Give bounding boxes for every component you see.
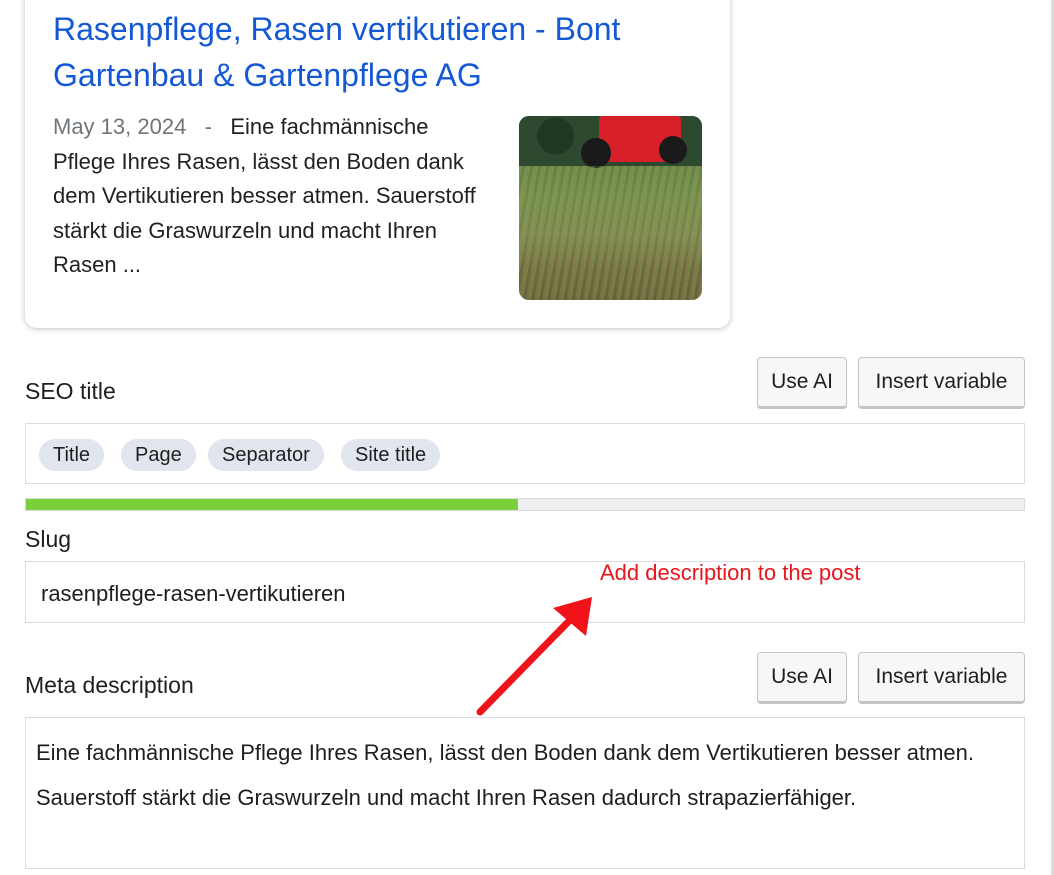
meta-description-textarea[interactable]: Eine fachmännische Pflege Ihres Rasen, l… xyxy=(25,717,1025,869)
seo-title-length-progress xyxy=(25,498,1025,511)
variable-pill-page[interactable]: Page xyxy=(121,439,196,471)
preview-separator: - xyxy=(204,114,212,139)
seo-title-use-ai-button[interactable]: Use AI xyxy=(757,357,847,409)
preview-date: May 13, 2024 xyxy=(53,114,187,139)
meta-description-insert-variable-button[interactable]: Insert variable xyxy=(858,652,1025,704)
seo-title-label: SEO title xyxy=(25,378,116,404)
meta-description-value: Eine fachmännische Pflege Ihres Rasen, l… xyxy=(36,740,974,810)
seo-title-input[interactable]: Title Page Separator Site title xyxy=(25,423,1025,484)
meta-description-use-ai-button[interactable]: Use AI xyxy=(757,652,847,704)
annotation-text: Add description to the post xyxy=(600,560,861,585)
slug-value: rasenpflege-rasen-vertikutieren xyxy=(41,581,346,606)
variable-pill-site-title[interactable]: Site title xyxy=(341,439,441,471)
preview-title[interactable]: Rasenpflege, Rasen vertikutieren - Bont … xyxy=(53,6,713,98)
slug-label: Slug xyxy=(25,526,72,552)
seo-title-insert-variable-button[interactable]: Insert variable xyxy=(858,357,1025,409)
preview-thumbnail-image xyxy=(519,116,702,300)
annotation-arrow-icon xyxy=(476,597,592,716)
variable-pill-separator[interactable]: Separator xyxy=(208,439,324,471)
seo-title-length-progress-fill xyxy=(26,499,518,510)
google-preview-card: Rasenpflege, Rasen vertikutieren - Bont … xyxy=(25,0,730,328)
meta-description-label: Meta description xyxy=(25,672,194,698)
variable-pill-title[interactable]: Title xyxy=(39,439,105,471)
preview-description-block: May 13, 2024 - Eine fachmännische Pflege… xyxy=(53,110,483,283)
